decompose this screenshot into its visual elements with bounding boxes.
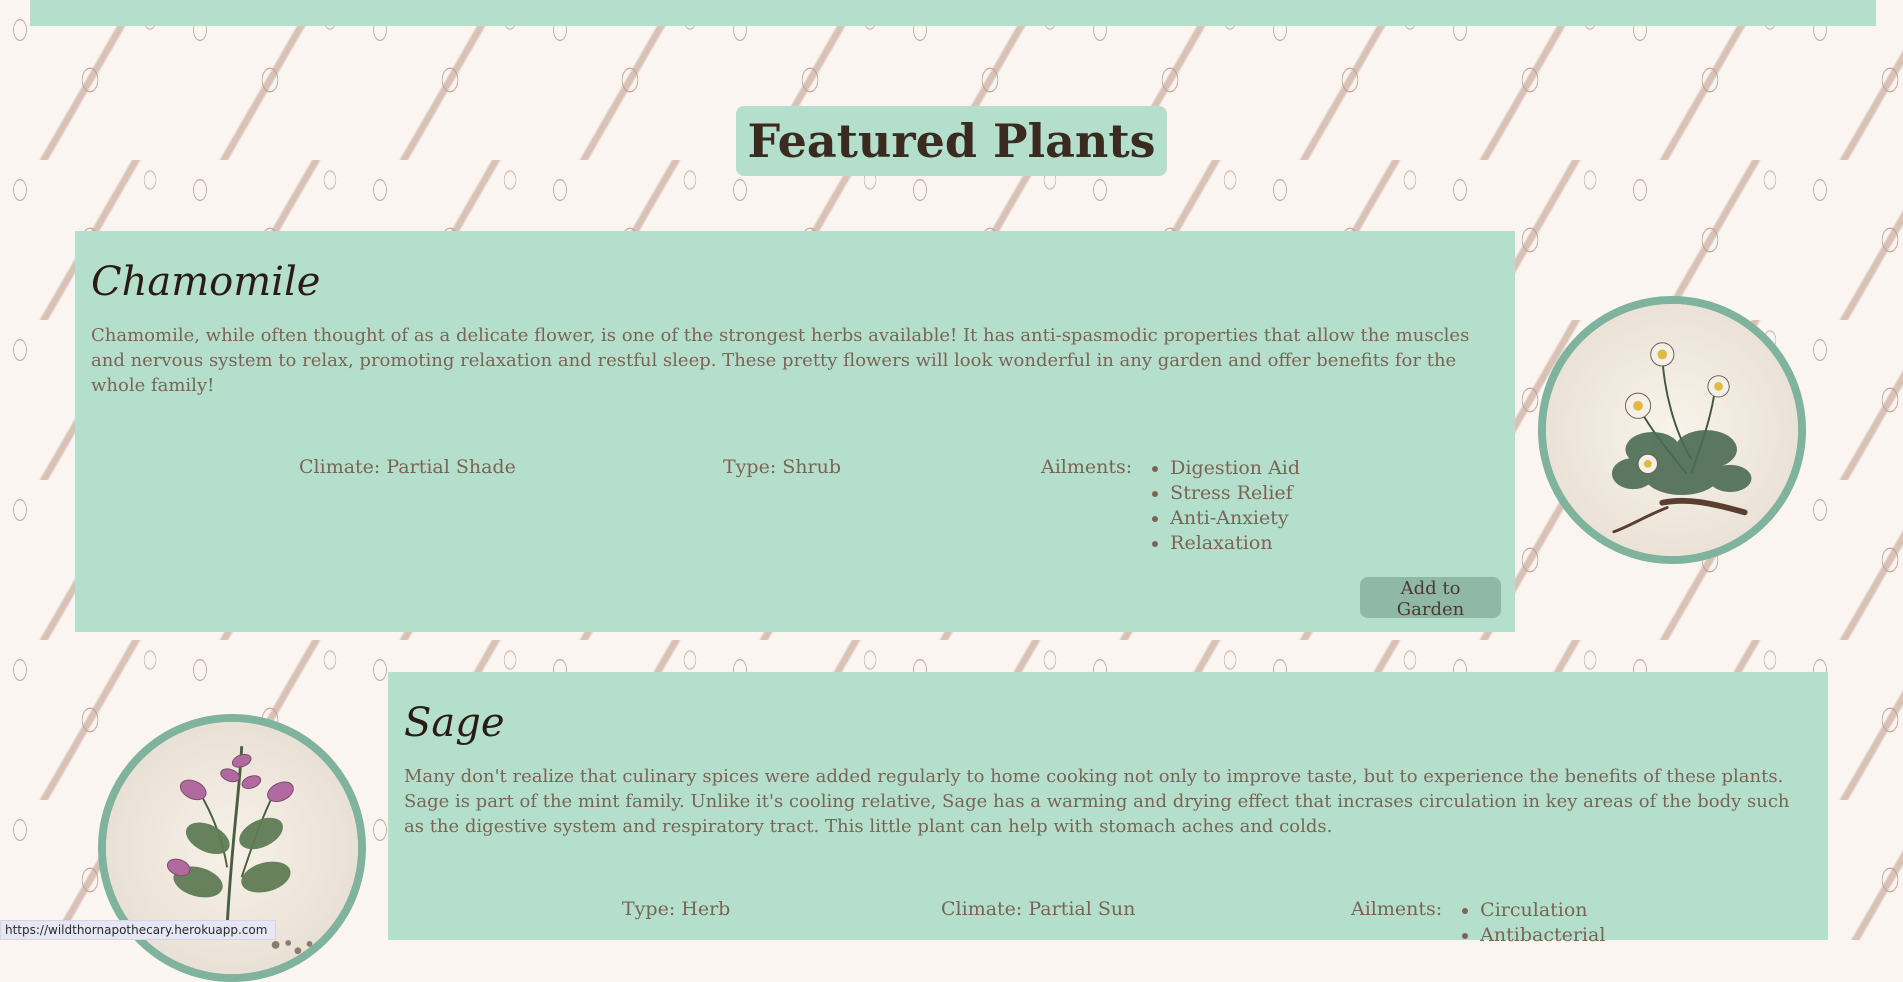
list-item: Relaxation xyxy=(1170,531,1300,556)
chamomile-illustration xyxy=(1546,304,1798,556)
ailments-list: Digestion Aid Stress Relief Anti-Anxiety… xyxy=(1148,456,1300,556)
plant-ailments: Ailments: Digestion Aid Stress Relief An… xyxy=(1041,456,1300,556)
ailments-list: Circulation Antibacterial xyxy=(1458,898,1605,948)
sage-image xyxy=(98,714,366,982)
add-to-garden-button[interactable]: Add to Garden xyxy=(1360,577,1501,620)
list-item: Digestion Aid xyxy=(1170,456,1300,481)
status-url-tooltip: https://wildthornapothecary.herokuapp.co… xyxy=(0,920,277,940)
plant-ailments: Ailments: Circulation Antibacterial xyxy=(1351,898,1605,948)
plant-card-chamomile: Chamomile Chamomile, while often thought… xyxy=(75,231,1515,632)
list-item: Antibacterial xyxy=(1480,923,1605,948)
page-title: Featured Plants xyxy=(736,106,1167,176)
plant-description: Many don't realize that culinary spices … xyxy=(404,766,1790,837)
chamomile-image xyxy=(1538,296,1806,564)
plant-type: Type: Herb xyxy=(622,898,731,920)
ailments-label: Ailments: xyxy=(1351,898,1443,920)
top-navigation-bar xyxy=(30,0,1876,26)
plant-name: Chamomile xyxy=(91,259,321,305)
plant-description: Chamomile, while often thought of as a d… xyxy=(91,325,1470,396)
plant-type: Type: Shrub xyxy=(723,456,841,478)
plant-name: Sage xyxy=(404,700,505,746)
plant-card-sage: Sage Many don't realize that culinary sp… xyxy=(388,672,1828,946)
list-item: Anti-Anxiety xyxy=(1170,506,1300,531)
ailments-label: Ailments: xyxy=(1041,456,1133,478)
plant-climate: Climate: Partial Sun xyxy=(941,898,1136,920)
list-item: Stress Relief xyxy=(1170,481,1300,506)
list-item: Circulation xyxy=(1480,898,1605,923)
plant-climate: Climate: Partial Shade xyxy=(299,456,516,478)
